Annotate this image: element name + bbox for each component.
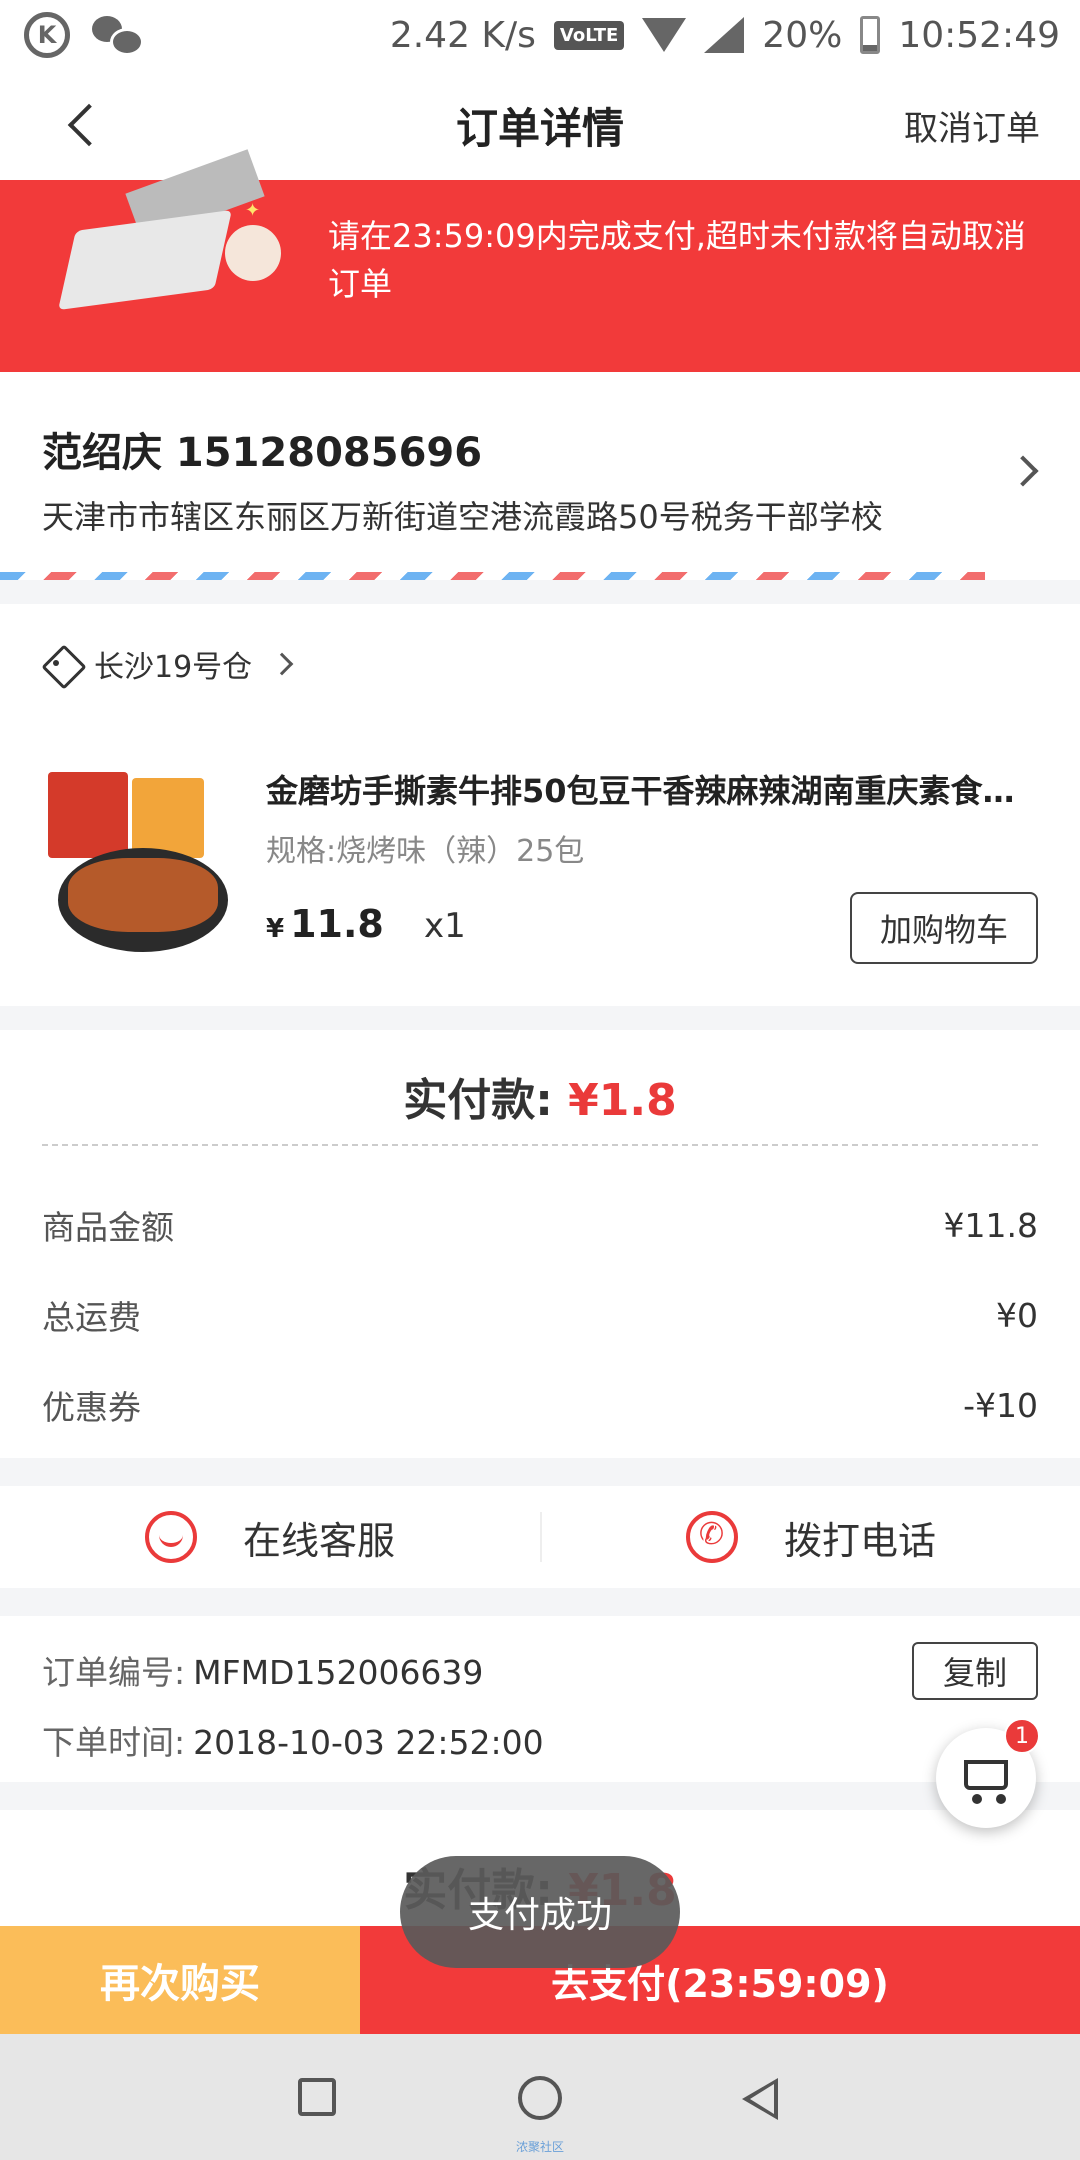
recipient-address: 天津市市辖区东丽区万新街道空港流霞路50号税务干部学校 <box>42 498 883 536</box>
clock: 10:52:49 <box>898 14 1060 56</box>
tag-icon <box>42 647 80 681</box>
dashed-divider <box>42 1144 1038 1146</box>
back-icon[interactable] <box>64 102 108 146</box>
recipient-name-phone: 范绍庆 15128085696 <box>42 430 483 476</box>
chevron-right-icon <box>1007 455 1039 487</box>
row-label: 商品金额 <box>42 1208 174 1247</box>
order-number-value: MFMD152006639 <box>193 1653 484 1692</box>
row-label: 优惠券 <box>42 1388 141 1427</box>
product-price: ¥ 11.8 <box>266 902 384 946</box>
product-section: 长沙19号仓 金磨坊手撕素牛排50包豆干香辣麻辣湖南重庆素食小吃零食 规格:烧烤… <box>0 604 1080 1006</box>
online-service-label: 在线客服 <box>242 1518 395 1563</box>
banner-text: 请在23:59:09内完成支付,超时未付款将自动取消订单 <box>328 217 1026 303</box>
online-service-button[interactable]: 在线客服 <box>0 1486 540 1588</box>
summary-row: 优惠券 -¥10 <box>42 1380 1038 1430</box>
copy-order-number-button[interactable]: 复制 <box>912 1642 1038 1700</box>
nav-bar: 订单详情 取消订单 <box>0 70 1080 180</box>
wechat-icon <box>92 16 144 56</box>
payment-success-toast: 支付成功 <box>400 1856 680 1968</box>
row-value: ¥0 <box>996 1295 1038 1335</box>
order-number-row: 订单编号: MFMD152006639 <box>42 1646 483 1694</box>
cart-count-badge: 1 <box>1004 1718 1040 1754</box>
cash-register-illustration: ✦ <box>58 149 300 320</box>
cart-icon <box>964 1760 1008 1790</box>
status-bar: K 2.42 K/s VoLTE 20% 10:52:49 <box>0 0 1080 70</box>
order-time-row: 下单时间: 2018-10-03 22:52:00 <box>42 1716 544 1764</box>
product-title[interactable]: 金磨坊手撕素牛排50包豆干香辣麻辣湖南重庆素食小吃零食 <box>266 766 1026 812</box>
paid-value: ¥1.8 <box>568 1075 677 1126</box>
summary-row: 总运费 ¥0 <box>42 1290 1038 1340</box>
home-icon[interactable] <box>518 2076 562 2120</box>
row-label: 总运费 <box>42 1298 141 1337</box>
order-time-value: 2018-10-03 22:52:00 <box>193 1723 544 1762</box>
battery-icon <box>860 16 881 54</box>
shop-link[interactable]: 长沙19号仓 <box>42 642 294 686</box>
recent-apps-icon[interactable] <box>298 2078 336 2116</box>
page-title: 订单详情 <box>455 103 624 153</box>
floating-cart-button[interactable]: 1 <box>936 1718 1040 1828</box>
call-phone-button[interactable]: 拨打电话 <box>540 1511 1080 1563</box>
volte-icon: VoLTE <box>553 20 625 50</box>
battery-percent: 20% <box>762 14 843 56</box>
product-quantity: x1 <box>424 906 466 946</box>
airmail-border <box>0 572 985 580</box>
system-nav-bar: 浓聚社区 <box>0 2034 1080 2160</box>
row-value: -¥10 <box>963 1385 1038 1425</box>
paid-amount: 实付款: ¥1.8 <box>0 1064 1080 1128</box>
product-thumbnail[interactable] <box>42 766 238 962</box>
phone-icon <box>685 1511 738 1563</box>
product-spec: 规格:烧烤味（辣）25包 <box>266 834 585 869</box>
cancel-order-button[interactable]: 取消订单 <box>904 101 1040 150</box>
paid-label: 实付款: <box>403 1075 569 1126</box>
k-app-icon: K <box>24 12 70 58</box>
customer-service-icon <box>144 1511 197 1563</box>
order-number-label: 订单编号: <box>42 1653 186 1692</box>
price-value: 11.8 <box>290 902 384 946</box>
summary-row: 商品金额 ¥11.8 <box>42 1200 1038 1250</box>
network-speed: 2.42 K/s <box>389 14 536 56</box>
contact-bar: 在线客服 拨打电话 <box>0 1486 1080 1588</box>
currency-symbol: ¥ <box>266 914 285 944</box>
signal-icon <box>704 17 745 53</box>
watermark: 浓聚社区 <box>515 2140 564 2154</box>
payment-deadline-banner: ✦ 请在23:59:09内完成支付,超时未付款将自动取消订单 <box>0 149 1080 372</box>
wifi-icon <box>642 18 687 52</box>
buy-again-button[interactable]: 再次购买 <box>0 1926 360 2034</box>
row-value: ¥11.8 <box>943 1205 1038 1245</box>
add-to-cart-button[interactable]: 加购物车 <box>850 892 1038 964</box>
call-phone-label: 拨打电话 <box>783 1518 936 1563</box>
order-time-label: 下单时间: <box>42 1723 186 1762</box>
shop-name: 长沙19号仓 <box>94 650 253 685</box>
payment-summary: 实付款: ¥1.8 商品金额 ¥11.8 总运费 ¥0 优惠券 -¥10 <box>0 1030 1080 1458</box>
chevron-right-icon <box>270 652 294 676</box>
shipping-address-card[interactable]: 范绍庆 15128085696 天津市市辖区东丽区万新街道空港流霞路50号税务干… <box>0 372 1080 580</box>
back-nav-icon[interactable] <box>742 2078 778 2120</box>
order-info: 订单编号: MFMD152006639 下单时间: 2018-10-03 22:52… <box>0 1616 1080 1782</box>
